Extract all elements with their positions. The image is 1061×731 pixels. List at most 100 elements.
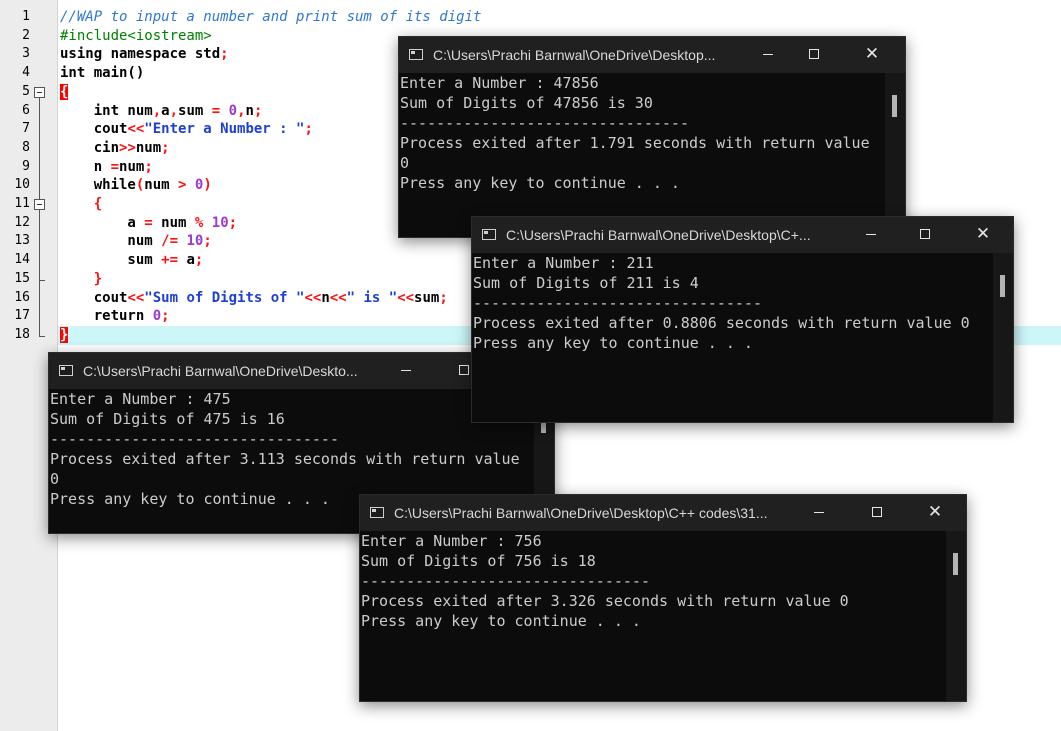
scrollbar[interactable]	[993, 253, 1013, 422]
code-token: <<	[397, 289, 415, 306]
line-number: 4	[22, 65, 30, 81]
title-bar[interactable]: C:\Users\Prachi Barnwal\OneDrive\Desktop…	[399, 37, 905, 73]
line-number: 6	[22, 102, 30, 118]
scrollbar-thumb[interactable]	[892, 95, 897, 117]
scrollbar[interactable]	[946, 531, 966, 701]
close-button[interactable]: ✕	[849, 37, 895, 73]
code-token: >>	[119, 139, 136, 156]
minimize-button[interactable]	[383, 353, 429, 389]
console-line: --------------------------------	[50, 430, 339, 448]
code-line[interactable]: while(num > 0)	[60, 176, 212, 195]
code-token: n	[60, 158, 111, 175]
code-line[interactable]: int main()	[60, 64, 144, 83]
code-token: ,	[237, 102, 246, 119]
line-number: 14	[14, 252, 30, 268]
code-line[interactable]: num /= 10;	[60, 232, 211, 251]
console-window-icon	[409, 49, 423, 60]
code-token: 0	[152, 308, 162, 325]
code-token: num	[119, 158, 145, 175]
code-token: ;	[220, 46, 229, 63]
line-number: 10	[14, 177, 30, 193]
console-line: Press any key to continue . . .	[361, 612, 641, 630]
fold-end-marker	[39, 335, 45, 337]
console-line: Sum of Digits of 756 is 18	[361, 552, 596, 570]
code-line[interactable]: using namespace std;	[60, 45, 229, 64]
minimize-button[interactable]	[745, 37, 791, 73]
code-token: {	[93, 196, 103, 212]
fold-guide-line	[39, 210, 40, 280]
line-number: 17	[14, 308, 30, 324]
close-button[interactable]: ✕	[960, 217, 1006, 253]
line-number: 3	[22, 46, 30, 62]
scrollbar[interactable]	[885, 73, 905, 237]
code-token: ;	[304, 121, 313, 138]
console-line: --------------------------------	[400, 114, 689, 132]
code-line[interactable]: {	[60, 195, 102, 214]
console-line: 0	[400, 154, 410, 172]
maximize-button[interactable]	[854, 495, 900, 531]
console-line: Enter a Number : 47856	[400, 74, 599, 92]
line-number: 18	[14, 326, 30, 342]
scrollbar-thumb[interactable]	[953, 553, 958, 575]
code-line[interactable]: cout<<"Enter a Number : ";	[60, 120, 313, 139]
console-output: Enter a Number : 47856 Sum of Digits of 4…	[399, 73, 885, 237]
console-output: Enter a Number : 756 Sum of Digits of 756…	[360, 531, 946, 701]
console-line: --------------------------------	[473, 294, 762, 312]
code-token: num	[144, 177, 179, 194]
code-line[interactable]: cout<<"Sum of Digits of "<<n<<" is "<<su…	[60, 289, 448, 308]
title-bar[interactable]: C:\Users\Prachi Barnwal\OneDrive\Desktop…	[472, 217, 1013, 253]
code-token: "Sum of Digits of "	[144, 289, 305, 306]
line-number: 9	[22, 158, 30, 174]
scrollbar-thumb[interactable]	[1000, 275, 1005, 297]
minimize-button[interactable]	[848, 217, 894, 253]
code-token: ;	[161, 139, 170, 156]
code-token: n	[245, 102, 254, 119]
code-line[interactable]: int num,a,sum = 0,n;	[60, 102, 263, 121]
console-line: Sum of Digits of 211 is 4	[473, 274, 699, 292]
maximize-button[interactable]	[902, 217, 948, 253]
fold-minus-icon[interactable]	[34, 86, 45, 98]
code-token: num	[135, 139, 162, 156]
code-token: =	[211, 102, 221, 119]
code-line[interactable]: sum += a;	[60, 251, 203, 270]
code-line[interactable]: #include<iostream>	[60, 27, 212, 46]
console-line: Process exited after 3.113 seconds with …	[50, 450, 520, 468]
code-line[interactable]: n =num;	[60, 158, 153, 177]
code-line[interactable]: return 0;	[60, 307, 170, 326]
fold-minus-icon[interactable]	[34, 199, 45, 210]
code-line[interactable]: a = num % 10;	[60, 214, 237, 233]
console-line: Enter a Number : 756	[361, 532, 542, 550]
line-number: 16	[14, 289, 30, 305]
line-number: 11	[14, 196, 30, 211]
code-line[interactable]: //WAP to input a number and print sum of…	[60, 8, 481, 27]
code-token: a	[161, 102, 170, 119]
window-title: C:\Users\Prachi Barnwal\OneDrive\Desktop…	[394, 505, 768, 521]
console-window-756[interactable]: C:\Users\Prachi Barnwal\OneDrive\Desktop…	[359, 494, 967, 702]
line-number: 12	[14, 214, 30, 230]
code-token: sum	[414, 289, 440, 306]
maximize-button[interactable]	[791, 37, 837, 73]
minimize-button[interactable]	[796, 495, 842, 531]
code-token: }	[93, 270, 103, 287]
code-token: =	[110, 158, 120, 175]
code-line[interactable]: }	[60, 270, 102, 289]
code-line[interactable]: }	[60, 326, 69, 345]
close-button[interactable]: ✕	[912, 495, 958, 531]
console-line: Enter a Number : 475	[50, 390, 231, 408]
console-window-47856[interactable]: C:\Users\Prachi Barnwal\OneDrive\Desktop…	[398, 36, 906, 238]
code-token: " is "	[346, 289, 398, 306]
code-token: sum	[60, 252, 162, 269]
code-line[interactable]: cin>>num;	[60, 139, 170, 158]
console-line: 0	[50, 470, 60, 488]
console-window-211[interactable]: C:\Users\Prachi Barnwal\OneDrive\Desktop…	[471, 216, 1014, 423]
code-token: <<	[329, 289, 347, 306]
title-bar[interactable]: C:\Users\Prachi Barnwal\OneDrive\Desktop…	[360, 495, 966, 531]
console-window-icon	[370, 507, 384, 518]
code-token: <<	[127, 121, 145, 138]
code-token: ;	[144, 158, 153, 175]
code-line[interactable]: {	[60, 83, 69, 102]
code-token: sum	[178, 102, 212, 119]
code-token: =	[144, 214, 153, 231]
